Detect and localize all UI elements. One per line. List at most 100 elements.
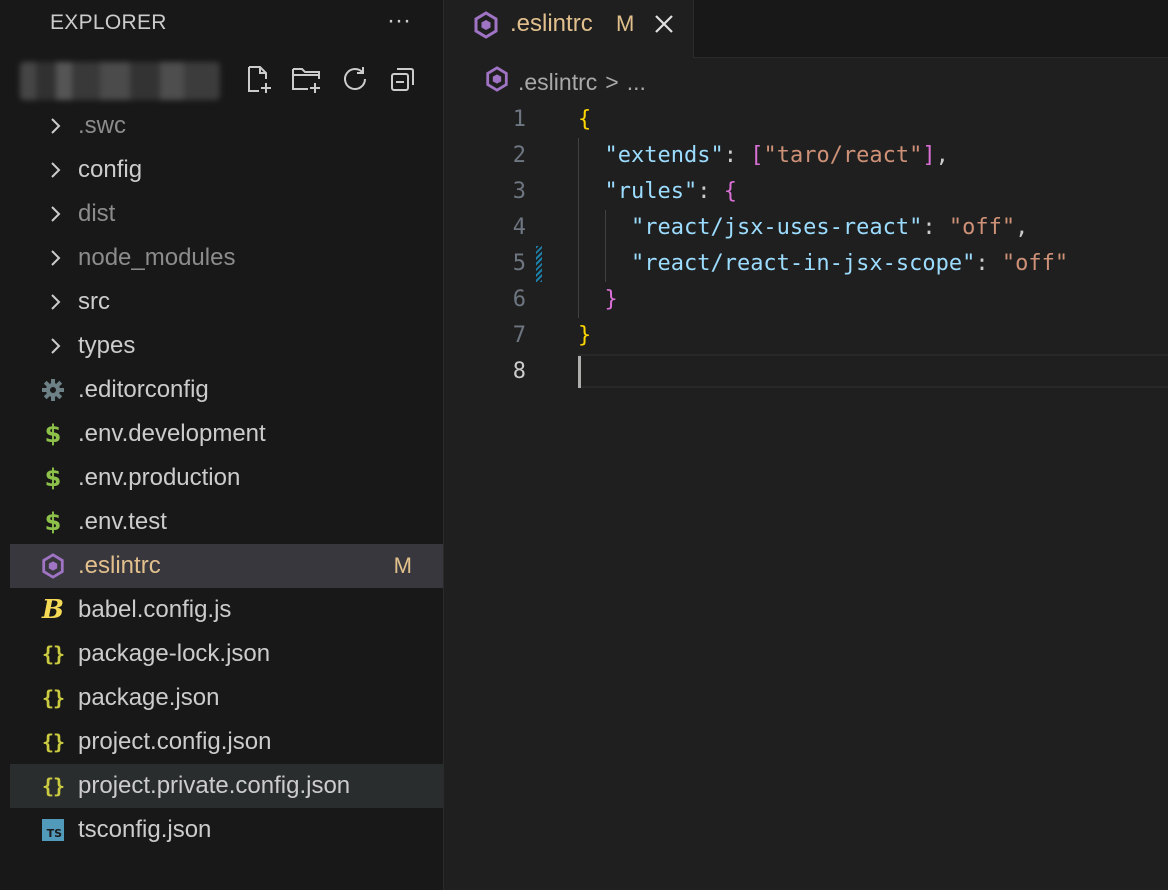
line-text: "extends": ["taro/react"], xyxy=(578,138,949,174)
breadcrumb-symbols[interactable]: ... xyxy=(627,69,646,96)
file-item[interactable]: .eslintrc M xyxy=(10,544,443,588)
dollar-icon: $ xyxy=(44,464,62,492)
collapse-all-icon xyxy=(391,68,414,91)
folder-item[interactable]: dist xyxy=(10,192,443,236)
file-item[interactable]: $ .env.test xyxy=(10,500,443,544)
file-item[interactable]: $ .env.production xyxy=(10,456,443,500)
code-token: "off" xyxy=(1001,251,1069,276)
eslint-icon xyxy=(40,553,66,579)
code-token: , xyxy=(935,143,949,168)
new-file-icon xyxy=(248,66,271,93)
tree-item-label: node_modules xyxy=(78,244,236,271)
file-item[interactable]: $ .env.development xyxy=(10,412,443,456)
vscode-window: EXPLORER ··· .swc config dist node_modul… xyxy=(0,0,1168,890)
line-number: 8 xyxy=(512,359,526,384)
tree-item-label: config xyxy=(78,156,143,183)
code-line[interactable]: 1{ xyxy=(444,102,1168,138)
code-token: [ xyxy=(750,143,764,168)
gear-icon xyxy=(40,377,66,403)
tree-item-label: package.json xyxy=(78,684,220,711)
code-line[interactable]: 3 "rules": { xyxy=(444,174,1168,210)
file-item[interactable]: {} package.json xyxy=(10,676,443,720)
project-root-row[interactable] xyxy=(10,58,443,102)
line-number: 4 xyxy=(512,215,526,240)
file-item[interactable]: {} project.config.json xyxy=(10,720,443,764)
explorer-sidebar: EXPLORER ··· .swc config dist node_modul… xyxy=(10,0,444,890)
file-tree: .swc config dist node_modulessrc types .edito… xyxy=(10,104,443,852)
code-token: ] xyxy=(922,143,936,168)
file-item[interactable]: .editorconfig xyxy=(10,368,443,412)
text-cursor xyxy=(578,356,581,388)
line-number: 7 xyxy=(512,323,526,348)
file-item[interactable]: TS tsconfig.json xyxy=(10,808,443,852)
code-line[interactable]: 8 xyxy=(444,354,1168,390)
tree-item-label: babel.config.js xyxy=(78,596,232,623)
file-item[interactable]: Bbabel.config.js xyxy=(10,588,443,632)
folder-item[interactable]: .swc xyxy=(10,104,443,148)
close-icon xyxy=(655,15,673,33)
babel-icon: B xyxy=(42,595,64,625)
blurred-project-name xyxy=(20,62,220,100)
json-icon: {} xyxy=(41,774,65,798)
tree-item-label: project.private.config.json xyxy=(78,772,351,799)
new-file-button[interactable] xyxy=(240,60,278,98)
tree-item-label: project.config.json xyxy=(78,728,272,755)
folder-item[interactable]: types xyxy=(10,324,443,368)
code-token: "off" xyxy=(948,215,1016,240)
line-number: 3 xyxy=(512,179,526,204)
tree-item-label: .env.production xyxy=(78,464,241,491)
tree-item-label: src xyxy=(78,288,110,315)
refresh-button[interactable] xyxy=(336,60,374,98)
tree-item-label: tsconfig.json xyxy=(78,816,212,843)
tree-item-label: types xyxy=(78,332,136,359)
chevron-right-icon xyxy=(46,290,66,314)
code-token: "rules" xyxy=(604,179,698,204)
new-folder-icon xyxy=(292,68,320,93)
code-line[interactable]: 2 "extends": ["taro/react"], xyxy=(444,138,1168,174)
tab-close-button[interactable] xyxy=(650,10,678,38)
code-line[interactable]: 5 "react/react-in-jsx-scope": "off" xyxy=(444,246,1168,282)
eslint-icon xyxy=(472,11,500,44)
code-token: : xyxy=(975,251,1002,276)
tab-eslintrc[interactable]: .eslintrc M xyxy=(444,0,694,58)
code-line[interactable]: 6 } xyxy=(444,282,1168,318)
more-actions-button[interactable]: ··· xyxy=(382,6,416,36)
new-folder-button[interactable] xyxy=(288,60,326,98)
chevron-right-icon xyxy=(46,334,66,358)
tree-item-label: .editorconfig xyxy=(78,376,209,403)
line-text: "react/jsx-uses-react": "off", xyxy=(578,210,1028,246)
chevron-right-icon xyxy=(46,246,66,270)
explorer-title: EXPLORER xyxy=(50,11,167,34)
code-token: : xyxy=(723,143,751,168)
file-item[interactable]: {} project.private.config.json xyxy=(10,764,443,808)
code-editor[interactable]: 1{2 "extends": ["taro/react"], 3 "rules":… xyxy=(444,102,1168,390)
code-line[interactable]: 4 "react/jsx-uses-react": "off", xyxy=(444,210,1168,246)
file-item[interactable]: {} package-lock.json xyxy=(10,632,443,676)
tab-bar: .eslintrc M xyxy=(444,0,1168,58)
folder-item[interactable]: node_modules xyxy=(10,236,443,280)
code-token: : xyxy=(922,215,949,240)
folder-item[interactable]: src xyxy=(10,280,443,324)
eslint-icon xyxy=(484,66,510,98)
line-text: } xyxy=(578,318,591,354)
tree-item-label: .eslintrc xyxy=(78,552,161,579)
folder-item[interactable]: config xyxy=(10,148,443,192)
code-token: : xyxy=(697,179,724,204)
line-number: 5 xyxy=(512,251,526,276)
line-text: "react/react-in-jsx-scope": "off" xyxy=(578,246,1068,282)
line-text: "rules": { xyxy=(578,174,737,210)
json-icon: {} xyxy=(41,642,65,666)
collapse-all-button[interactable] xyxy=(384,60,422,98)
code-token: } xyxy=(604,287,618,312)
code-token: { xyxy=(578,107,592,132)
code-line[interactable]: 7} xyxy=(444,318,1168,354)
breadcrumb-file[interactable]: .eslintrc xyxy=(518,69,597,96)
typescript-icon: TS xyxy=(40,817,66,843)
code-token: , xyxy=(1015,215,1029,240)
tree-item-label: .swc xyxy=(78,112,126,139)
chevron-right-icon xyxy=(46,114,66,138)
